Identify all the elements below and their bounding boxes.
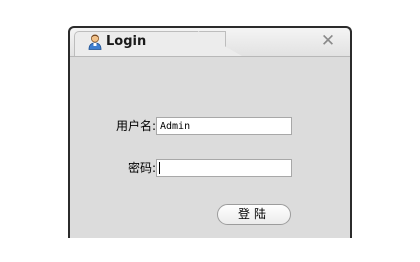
login-dialog: Login ✕ 用户名: 密码: 登陆 — [68, 26, 352, 238]
screen: Login ✕ 用户名: 密码: 登陆 — [0, 0, 420, 262]
title-bar[interactable]: Login ✕ — [70, 28, 350, 57]
window-title: Login — [106, 34, 147, 49]
username-label: 用户名: — [115, 119, 156, 133]
login-button[interactable]: 登陆 — [217, 204, 291, 225]
user-icon — [88, 34, 102, 50]
username-input[interactable] — [156, 117, 292, 135]
dialog-body: 用户名: 密码: 登陆 — [70, 57, 350, 238]
password-input[interactable] — [156, 159, 292, 177]
text-caret — [159, 162, 160, 174]
title-tab-edge — [198, 31, 242, 56]
close-icon[interactable]: ✕ — [320, 33, 336, 50]
password-label: 密码: — [127, 161, 156, 175]
